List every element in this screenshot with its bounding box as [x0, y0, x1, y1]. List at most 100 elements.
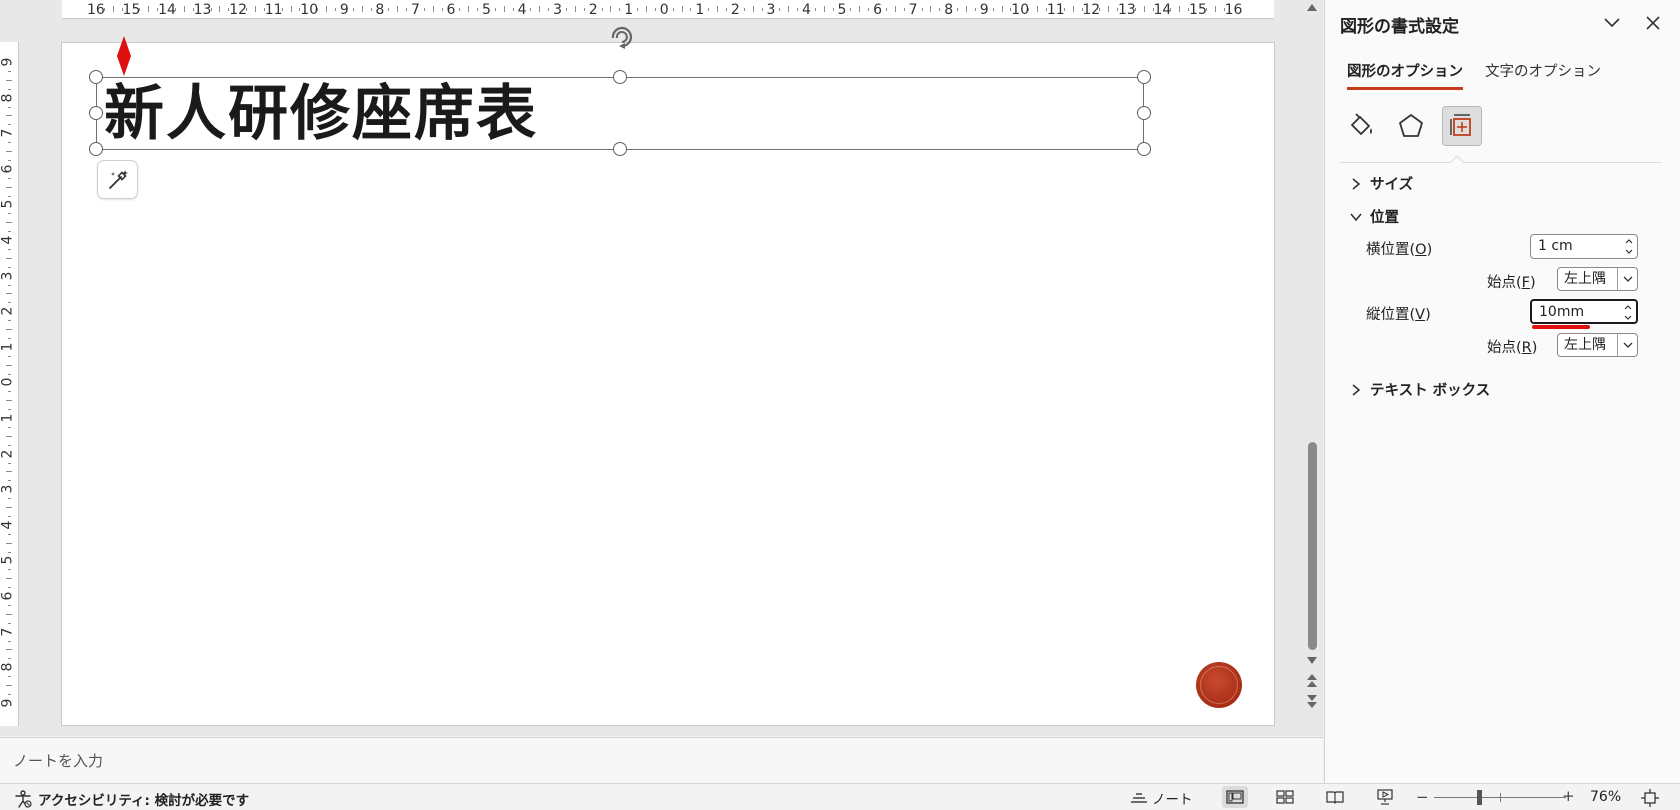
section-position-header[interactable]: 位置 [1348, 206, 1399, 227]
ruler-tick [530, 8, 532, 11]
ruler-tick [8, 622, 11, 624]
ruler-tick [6, 507, 12, 508]
vertical-position-input[interactable]: 10mm [1530, 299, 1638, 324]
category-fill-line[interactable] [1341, 106, 1381, 146]
ruler-tick [406, 8, 408, 11]
ruler-number: 10 [1011, 2, 1030, 18]
vertical-from-label: 始点(R) [1487, 340, 1538, 356]
ruler-tick [717, 6, 719, 12]
ruler-tick [441, 8, 443, 11]
section-size-header[interactable]: サイズ [1348, 173, 1413, 194]
chevron-down-icon [1604, 18, 1620, 28]
fit-to-window-icon[interactable] [1640, 788, 1660, 808]
ruler-number: 14 [1153, 2, 1172, 18]
ruler-number: 7 [410, 2, 420, 18]
ruler-tick [8, 604, 11, 606]
section-textbox-header[interactable]: テキスト ボックス [1348, 379, 1490, 400]
notes-toggle-button[interactable]: ノート [1130, 788, 1193, 808]
view-slide-sorter-button[interactable] [1272, 786, 1298, 808]
scroll-down-icon[interactable] [1305, 655, 1319, 665]
ruler-tick [8, 498, 11, 500]
ruler-number: 16 [87, 2, 105, 18]
horizontal-position-input[interactable]: 1 cm [1530, 234, 1638, 259]
ruler-tick [6, 400, 12, 402]
ruler-tick [1072, 6, 1074, 12]
notes-icon [1131, 793, 1147, 803]
zoom-in-button[interactable]: + [1562, 787, 1575, 805]
ruler-tick [8, 515, 11, 517]
ruler-tick [8, 658, 11, 660]
tab-shape-options[interactable]: 図形のオプション [1347, 60, 1463, 90]
ruler-number: 5 [837, 2, 847, 18]
horizontal-from-value: 左上隅 [1564, 271, 1606, 287]
ruler-number: 2 [0, 449, 16, 459]
horizontal-ruler: 16 15 14 13 12 11 10 9 8 7 6 5 4 3 2 1 0 1 2 3 4 5 6 7 8 9 10 11 12 1… [62, 0, 1274, 19]
dropdown-caret [1617, 334, 1637, 356]
spinner-arrows-icon[interactable] [1624, 237, 1634, 256]
resize-handle-bottom-right[interactable] [1137, 142, 1151, 156]
notes-placeholder: ノートを入力 [13, 752, 104, 770]
zoom-level[interactable]: 76% [1590, 789, 1621, 805]
slide-title-text[interactable]: 新人研修座席表 [104, 78, 538, 150]
ruler-tick [8, 142, 11, 144]
ruler-tick [885, 8, 887, 11]
horizontal-from-select[interactable]: 左上隅 [1557, 267, 1638, 291]
ruler-tick [8, 231, 11, 233]
ruler-tick [654, 8, 656, 11]
pane-close-button[interactable] [1643, 13, 1663, 33]
chevron-down-icon [1623, 342, 1632, 348]
ruler-tick [814, 8, 816, 11]
view-reading-button[interactable] [1322, 786, 1348, 808]
category-divider [1340, 162, 1662, 163]
ruler-tick [1028, 8, 1030, 11]
slideshow-icon [1377, 789, 1393, 805]
scrollbar-thumb[interactable] [1308, 442, 1317, 650]
zoom-slider-thumb[interactable] [1477, 790, 1482, 805]
ruler-tick [8, 337, 11, 339]
tab-text-options[interactable]: 文字のオプション [1485, 60, 1601, 81]
ruler-number: 0 [0, 377, 16, 387]
ruler-tick [743, 8, 745, 11]
view-normal-button[interactable] [1222, 786, 1248, 808]
resize-handle-top[interactable] [613, 70, 627, 84]
ruler-tick [423, 8, 425, 11]
category-effects[interactable] [1391, 106, 1431, 146]
ruler-tick [6, 542, 12, 544]
ruler-tick [219, 6, 221, 12]
vertical-from-select[interactable]: 左上隅 [1557, 333, 1638, 357]
notes-area[interactable]: ノートを入力 [0, 737, 1323, 783]
next-slide-icon[interactable] [1304, 693, 1320, 709]
resize-handle-left[interactable] [89, 106, 103, 120]
vertical-from-value: 左上隅 [1564, 337, 1606, 353]
ruler-tick [139, 8, 141, 11]
scroll-up-icon[interactable] [1305, 2, 1319, 14]
ruler-tick [6, 329, 12, 330]
rotate-handle-icon[interactable] [607, 24, 637, 50]
ruler-number: 6 [446, 2, 456, 18]
ruler-tick [334, 8, 336, 11]
ruler-tick [788, 6, 790, 12]
zoom-out-button[interactable]: − [1416, 788, 1429, 806]
size-position-icon [1450, 114, 1471, 136]
ruler-number: 16 [1224, 2, 1243, 18]
ruler-tick [548, 8, 550, 11]
resize-handle-top-left[interactable] [89, 70, 103, 84]
pane-options-button[interactable] [1601, 14, 1623, 32]
pentagon-icon [1399, 114, 1423, 137]
spinner-arrows-icon[interactable] [1623, 303, 1633, 322]
ruler-tick [8, 533, 11, 535]
notes-toggle-label: ノート [1152, 792, 1193, 808]
seal-stamp-image[interactable] [1196, 662, 1242, 708]
resize-handle-bottom-left[interactable] [89, 142, 103, 156]
designer-button[interactable] [97, 160, 138, 199]
accessibility-status[interactable]: アクセシビリティ: 検討が必要です [14, 789, 249, 809]
previous-slide-icon[interactable] [1304, 673, 1320, 689]
ruler-tick [752, 6, 754, 12]
resize-handle-bottom[interactable] [613, 142, 627, 156]
view-slideshow-button[interactable] [1372, 786, 1398, 808]
ruler-number: 3 [553, 2, 563, 18]
resize-handle-top-right[interactable] [1137, 70, 1151, 84]
category-size-properties[interactable] [1442, 106, 1482, 146]
resize-handle-right[interactable] [1137, 106, 1151, 120]
ruler-tick [1179, 6, 1181, 12]
